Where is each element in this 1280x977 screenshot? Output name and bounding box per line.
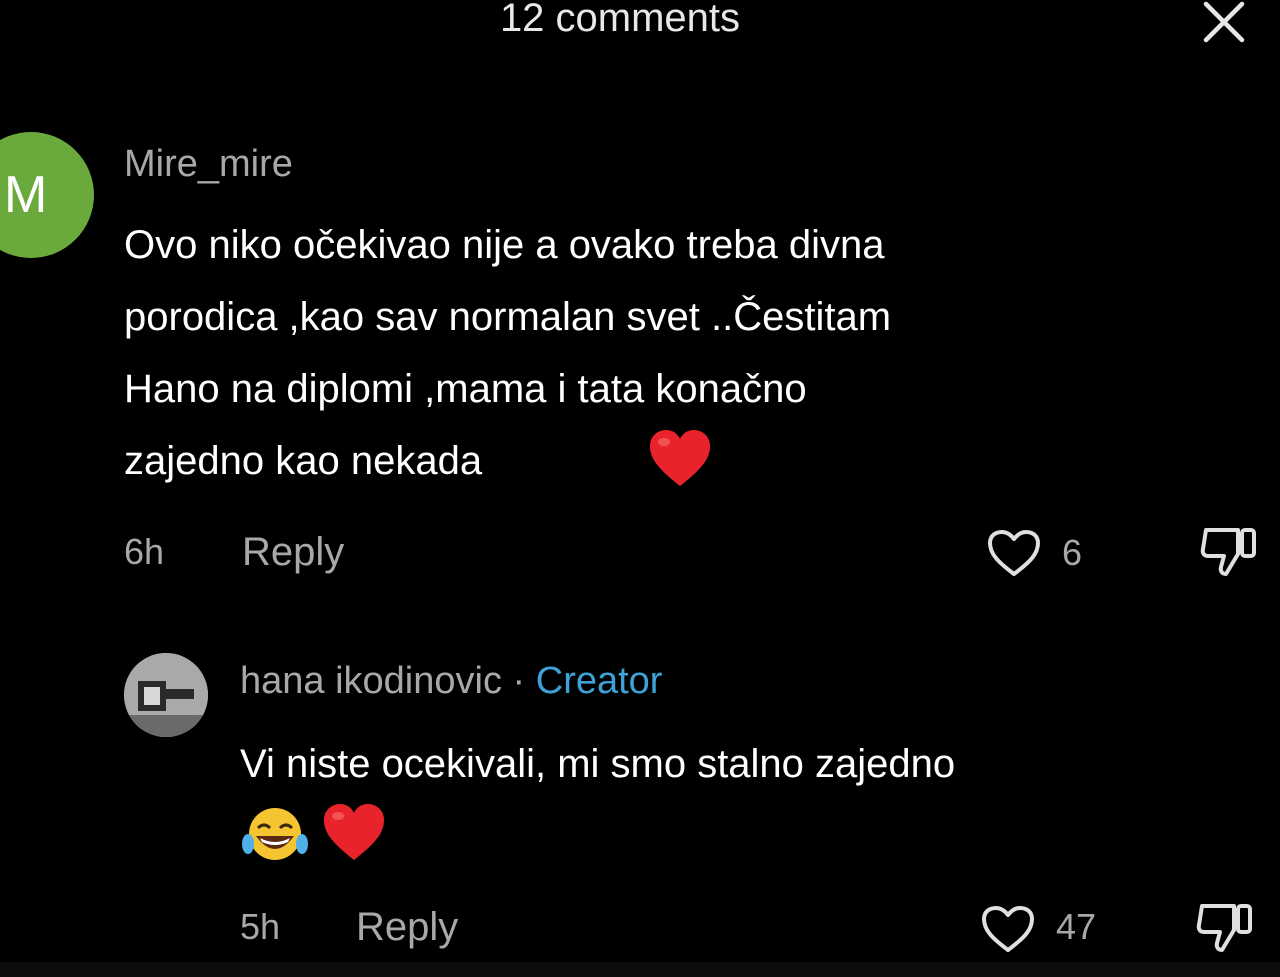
comment-username[interactable]: Mire_mire bbox=[124, 143, 293, 186]
heart-emoji bbox=[324, 804, 384, 860]
close-button[interactable] bbox=[1198, 0, 1250, 44]
comments-count-title: 12 comments bbox=[499, 0, 741, 40]
thumbs-down-icon[interactable] bbox=[1194, 898, 1256, 958]
thumbs-down-icon[interactable] bbox=[1198, 522, 1260, 582]
creator-avatar[interactable] bbox=[124, 653, 208, 737]
comment-line: Hano na diplomi ,mama i tata konačno bbox=[124, 367, 807, 411]
avatar[interactable]: M bbox=[0, 132, 94, 258]
reply-author: hana ikodinovic · Creator bbox=[240, 660, 662, 703]
creator-badge: Creator bbox=[535, 660, 663, 702]
reply-username[interactable]: hana ikodinovic bbox=[240, 660, 502, 702]
comment-line: porodica ,kao sav normalan svet ..Čestit… bbox=[124, 295, 892, 339]
name-separator: · bbox=[501, 660, 536, 702]
comment-timestamp: 6h bbox=[124, 531, 165, 572]
reply-line: Vi niste ocekivali, mi smo stalno zajedn… bbox=[240, 742, 956, 786]
close-icon[interactable] bbox=[1198, 0, 1250, 44]
reply-timestamp: 5h bbox=[240, 906, 281, 947]
like-count: 47 bbox=[1056, 906, 1097, 947]
reply-button[interactable]: Reply bbox=[356, 905, 458, 950]
heart-emoji bbox=[650, 430, 710, 486]
reply-button[interactable]: Reply bbox=[242, 530, 344, 575]
comment-line: Ovo niko očekivao nije a ovako treba div… bbox=[124, 223, 885, 267]
avatar-letter: M bbox=[4, 166, 48, 224]
heart-outline-icon[interactable] bbox=[980, 904, 1036, 954]
creator-avatar-image bbox=[124, 653, 208, 737]
like-count: 6 bbox=[1062, 532, 1083, 573]
comment-line: zajedno kao nekada bbox=[124, 439, 483, 483]
laughing-emoji bbox=[242, 808, 308, 860]
bottom-edge bbox=[0, 962, 1280, 977]
heart-outline-icon[interactable] bbox=[986, 528, 1042, 578]
